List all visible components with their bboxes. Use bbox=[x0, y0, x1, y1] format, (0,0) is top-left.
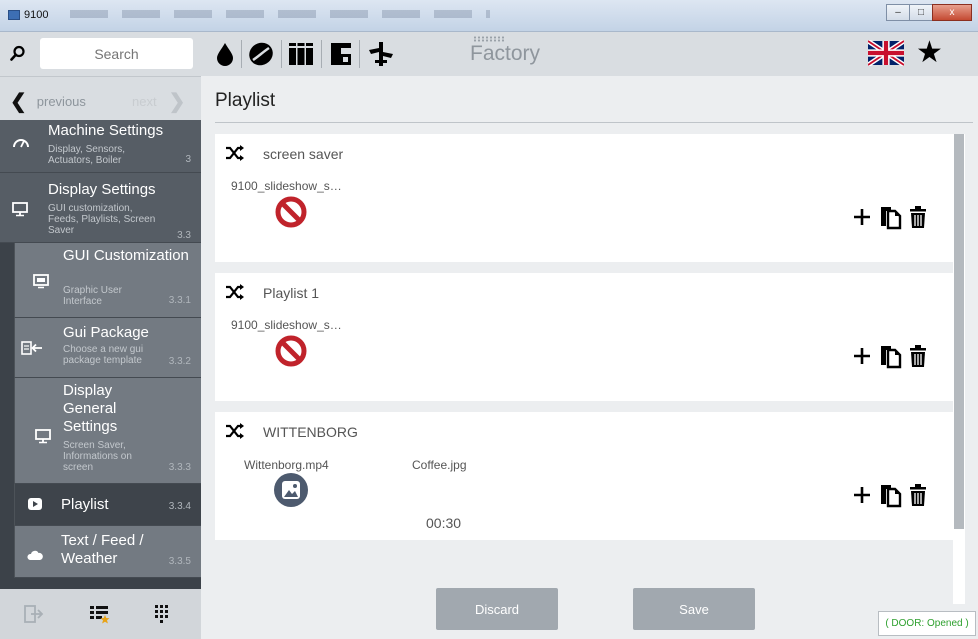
menu-item-number: 3.3.4 bbox=[168, 501, 191, 512]
playlist-card: screen saver 9100_slideshow_s… bbox=[215, 134, 953, 262]
monitor-icon bbox=[12, 202, 28, 217]
canisters-icon[interactable] bbox=[287, 40, 315, 68]
gauge-icon bbox=[13, 139, 29, 148]
app-icon bbox=[8, 10, 20, 20]
shuffle-icon[interactable] bbox=[225, 283, 245, 301]
menu-item-desc: Screen Saver, Informations on screen bbox=[63, 440, 132, 473]
nav-row: ❮ previous next ❯ bbox=[0, 76, 201, 120]
window-title: 9100 bbox=[24, 9, 49, 21]
next-label: next bbox=[132, 94, 157, 109]
titlebar-blurred-menu bbox=[70, 10, 490, 18]
copy-icon[interactable] bbox=[877, 482, 903, 508]
sidebar-footer bbox=[0, 589, 201, 639]
menu-item-number: 3.3 bbox=[177, 230, 191, 241]
save-button[interactable]: Save bbox=[633, 588, 755, 630]
monitor-icon bbox=[33, 274, 49, 289]
close-button[interactable]: x bbox=[932, 4, 972, 21]
menu-item-desc: Choose a new gui package template bbox=[63, 344, 144, 366]
menu-item-title: Playlist bbox=[61, 496, 109, 513]
playlist-name: screen saver bbox=[263, 146, 344, 162]
settings-menu: Machine Settings Display, Sensors, Actua… bbox=[0, 120, 201, 578]
main-content: Playlist screen saver 9100_slideshow_s… bbox=[201, 76, 978, 639]
menu-item-number: 3.3.5 bbox=[168, 556, 191, 567]
coffee-bean-icon[interactable] bbox=[247, 40, 275, 68]
import-icon bbox=[21, 341, 42, 355]
search-row bbox=[0, 32, 201, 76]
trash-icon[interactable] bbox=[905, 343, 931, 369]
menu-item-machine-settings[interactable]: Machine Settings Display, Sensors, Actua… bbox=[0, 120, 201, 173]
monitor-icon bbox=[35, 429, 51, 444]
no-entry-icon bbox=[275, 335, 307, 367]
star-icon[interactable]: ★ bbox=[916, 38, 943, 68]
playlist-file-name: 9100_slideshow_s… bbox=[231, 179, 342, 193]
add-icon[interactable] bbox=[849, 204, 875, 230]
menu-item-title: Display Settings bbox=[48, 181, 156, 198]
playlist-card: Playlist 1 9100_slideshow_s… bbox=[215, 273, 953, 401]
menu-item-number: 3.3.2 bbox=[168, 356, 191, 367]
menu-item-desc: Graphic User Interface bbox=[63, 285, 122, 307]
play-icon bbox=[28, 498, 42, 510]
coffee-machine-icon[interactable] bbox=[327, 40, 355, 68]
scrollbar-thumb[interactable] bbox=[954, 134, 964, 529]
menu-item-gui-package[interactable]: Gui Package Choose a new gui package tem… bbox=[14, 318, 201, 378]
maximize-button[interactable]: □ bbox=[909, 4, 933, 21]
menu-item-desc: GUI customization, Feeds, Playlists, Scr… bbox=[48, 203, 156, 236]
menu-item-title: GUI Customization bbox=[63, 247, 189, 264]
chevron-right-icon: ❯ bbox=[168, 91, 186, 113]
trash-icon[interactable] bbox=[905, 204, 931, 230]
menu-item-text-feed-weather[interactable]: Text / Feed / Weather 3.3.5 bbox=[14, 526, 201, 578]
menu-item-playlist[interactable]: Playlist 3.3.4 bbox=[14, 484, 201, 526]
copy-icon[interactable] bbox=[877, 343, 903, 369]
menu-item-display-settings[interactable]: Display Settings GUI customization, Feed… bbox=[0, 173, 201, 243]
menu-item-number: 3.3.3 bbox=[168, 462, 191, 473]
previous-button[interactable]: ❮ previous bbox=[10, 89, 86, 114]
logout-icon[interactable] bbox=[22, 603, 44, 625]
menu-item-title: Text / Feed / Weather bbox=[61, 532, 144, 567]
page-title: Playlist bbox=[215, 90, 276, 111]
title-divider bbox=[215, 122, 973, 123]
water-drop-icon[interactable] bbox=[211, 40, 239, 68]
menu-item-title: Display General Settings bbox=[63, 382, 118, 435]
cloud-icon bbox=[27, 550, 43, 560]
window-titlebar: 9100 – □ x bbox=[0, 0, 978, 32]
top-header: Factory ★ bbox=[201, 32, 978, 76]
playlist-name: Playlist 1 bbox=[263, 285, 320, 301]
keypad-icon[interactable] bbox=[150, 603, 172, 625]
menu-item-desc: Display, Sensors, Actuators, Boiler bbox=[48, 144, 126, 166]
search-icon[interactable] bbox=[10, 45, 26, 61]
menu-item-number: 3 bbox=[185, 154, 191, 165]
menu-item-title: Machine Settings bbox=[48, 122, 164, 139]
playlist-name: WITTENBORG bbox=[263, 424, 358, 440]
playlist-duration: 00:30 bbox=[426, 515, 462, 531]
playlist-file-name: Wittenborg.mp4 bbox=[244, 458, 329, 472]
no-entry-icon bbox=[275, 196, 307, 228]
mode-label: Factory bbox=[470, 42, 541, 65]
playlist-file-name: Coffee.jpg bbox=[412, 458, 467, 472]
shuffle-icon[interactable] bbox=[225, 422, 245, 440]
scrollbar[interactable] bbox=[953, 134, 965, 604]
discard-button[interactable]: Discard bbox=[436, 588, 558, 630]
uk-flag-icon[interactable] bbox=[868, 40, 904, 66]
favorites-list-icon[interactable] bbox=[88, 603, 110, 625]
add-icon[interactable] bbox=[849, 482, 875, 508]
copy-icon[interactable] bbox=[877, 204, 903, 230]
playlist-card: WITTENBORG Wittenborg.mp4 Coffee.jpg 00:… bbox=[215, 412, 953, 540]
menu-item-display-general-settings[interactable]: Display General Settings Screen Saver, I… bbox=[14, 378, 201, 484]
brewer-piston-icon[interactable] bbox=[367, 40, 395, 68]
add-icon[interactable] bbox=[849, 343, 875, 369]
shuffle-icon[interactable] bbox=[225, 144, 245, 162]
chevron-left-icon: ❮ bbox=[10, 91, 27, 113]
minimize-button[interactable]: – bbox=[886, 4, 910, 21]
door-status: ( DOOR: Opened ) bbox=[878, 611, 976, 636]
previous-label: previous bbox=[36, 94, 86, 109]
next-button[interactable]: next ❯ bbox=[132, 89, 185, 114]
search-input[interactable] bbox=[40, 38, 193, 69]
image-icon bbox=[274, 473, 308, 507]
menu-item-gui-customization[interactable]: GUI Customization Graphic User Interface… bbox=[14, 243, 201, 318]
menu-item-number: 3.3.1 bbox=[168, 295, 191, 306]
trash-icon[interactable] bbox=[905, 482, 931, 508]
sidebar: ❮ previous next ❯ Machine Settings Displ… bbox=[0, 32, 201, 639]
playlist-file-name: 9100_slideshow_s… bbox=[231, 318, 342, 332]
menu-item-title: Gui Package bbox=[63, 324, 149, 341]
